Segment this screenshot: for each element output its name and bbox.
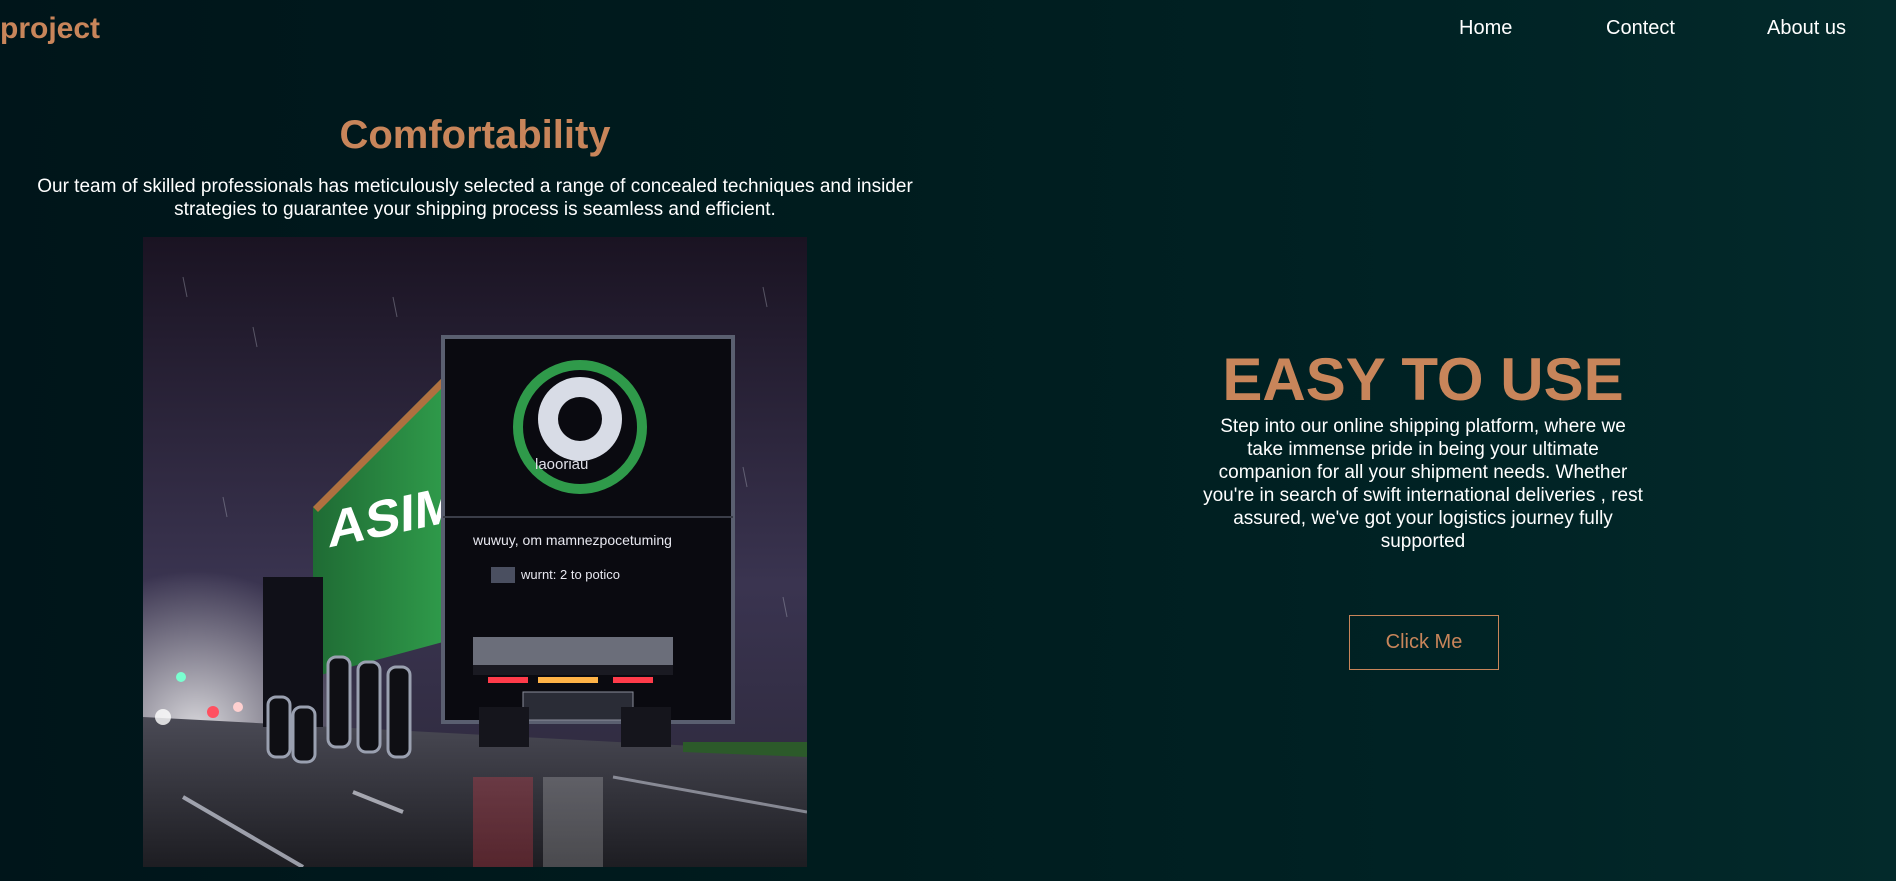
comfortability-text: Our team of skilled professionals has me… [37, 176, 913, 220]
truck-logo-text: laooriau [535, 456, 588, 473]
click-me-button[interactable]: Click Me [1349, 615, 1499, 670]
nav-home-link[interactable]: Home [1459, 17, 1512, 40]
comfortability-title: Comfortability [339, 113, 611, 157]
nav-about-link[interactable]: About us [1767, 17, 1846, 40]
logo: project [0, 12, 101, 45]
truck-image: ASIMANI laooriau wuwuy, om mamnezpocetum… [143, 237, 807, 867]
easy-to-use-text: Step into our online shipping platform, … [1203, 416, 1643, 552]
easy-to-use-title: EASY TO USE [1222, 346, 1624, 413]
comfortability-section: Comfortability Our team of skilled profe… [0, 105, 950, 221]
truck-door-text-1: wuwuy, om mamnezpocetuming [472, 532, 672, 548]
nav-contact-link[interactable]: Contect [1606, 17, 1675, 40]
main-nav: Home Contect About us [1376, 17, 1896, 47]
easy-to-use-section: EASY TO USE Step into our online shippin… [1200, 345, 1646, 553]
truck-door-text-2: wurnt: 2 to potico [520, 567, 620, 582]
